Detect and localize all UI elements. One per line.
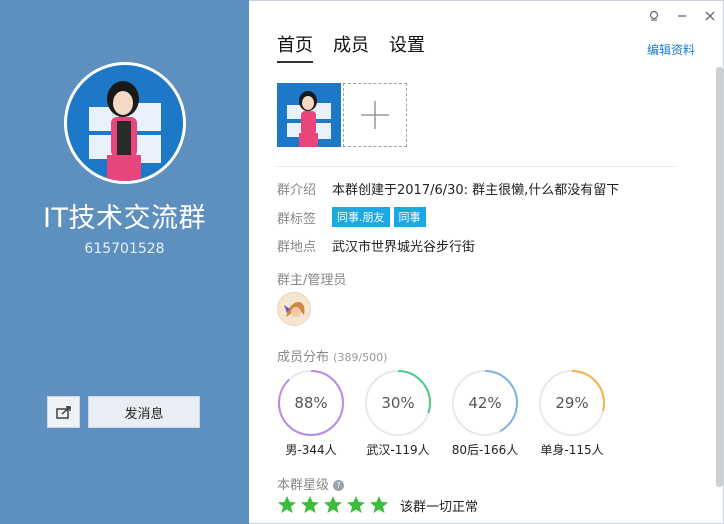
tab-bar: 首页 成员 设置 xyxy=(277,31,425,63)
distribution-label: 成员分布 xyxy=(277,350,330,365)
close-icon[interactable] xyxy=(703,9,717,23)
star-icon xyxy=(301,496,319,513)
tab-home[interactable]: 首页 xyxy=(277,31,313,63)
tags-row: 群标签 同事.朋友 同事 xyxy=(277,207,430,227)
tag-badge[interactable]: 同事.朋友 xyxy=(332,207,390,227)
details-panel: 首页 成员 设置 编辑资料 群介绍 本群创建于2017/6/30: 群主很懒,什… xyxy=(249,0,724,524)
intro-label: 群介绍 xyxy=(277,183,317,198)
member-count: (389/500) xyxy=(333,351,388,364)
scrollbar[interactable] xyxy=(716,67,723,487)
window-controls xyxy=(647,9,717,23)
intro-value: 本群创建于2017/6/30: 群主很懒,什么都没有留下 xyxy=(332,183,620,198)
group-avatar[interactable] xyxy=(64,62,186,184)
tags-label: 群标签 xyxy=(277,211,317,227)
stat-label: 80后-166人 xyxy=(451,443,519,457)
intro-row: 群介绍 本群创建于2017/6/30: 群主很懒,什么都没有留下 xyxy=(277,179,619,198)
level-title: 本群星级? xyxy=(277,474,345,493)
pin-icon[interactable] xyxy=(647,9,661,23)
stat-percent: 42% xyxy=(468,394,502,412)
group-id: 615701528 xyxy=(84,241,165,257)
stat-item[interactable]: 42% 80后-166人 xyxy=(451,369,519,458)
group-photo-thumbnail[interactable] xyxy=(277,83,341,147)
share-button[interactable] xyxy=(47,396,80,428)
share-icon xyxy=(55,406,71,419)
star-icon xyxy=(278,496,296,513)
location-row: 群地点 武汉市世界城光谷步行街 xyxy=(277,236,475,255)
help-icon[interactable]: ? xyxy=(333,480,345,491)
admin-avatar[interactable] xyxy=(277,292,311,326)
avatar-image xyxy=(67,65,183,181)
level-status: 该群一切正常 xyxy=(400,499,479,515)
star-icon xyxy=(370,496,388,513)
stat-item[interactable]: 30% 武汉-119人 xyxy=(364,369,432,458)
star-icon xyxy=(347,496,365,513)
admins-title: 群主/管理员 xyxy=(277,273,347,288)
edit-profile-link[interactable]: 编辑资料 xyxy=(647,41,695,58)
stat-percent: 88% xyxy=(294,394,328,412)
send-message-button[interactable]: 发消息 xyxy=(88,396,200,428)
tab-members[interactable]: 成员 xyxy=(333,31,369,63)
divider xyxy=(277,166,675,167)
tab-settings[interactable]: 设置 xyxy=(389,31,425,63)
profile-panel: IT技术交流群 615701528 发消息 xyxy=(0,0,249,524)
stat-label: 单身-115人 xyxy=(540,443,604,457)
stat-percent: 30% xyxy=(381,394,415,412)
stat-percent: 29% xyxy=(555,394,589,412)
star-icon xyxy=(324,496,342,513)
minimize-icon[interactable] xyxy=(675,9,689,23)
location-label: 群地点 xyxy=(277,240,317,255)
stat-item[interactable]: 29% 单身-115人 xyxy=(538,369,606,458)
location-value: 武汉市世界城光谷步行街 xyxy=(332,240,476,255)
stat-label: 男-344人 xyxy=(285,443,337,457)
plus-icon xyxy=(361,101,389,129)
stat-item[interactable]: 88% 男-344人 xyxy=(277,369,345,458)
level-label: 本群星级 xyxy=(277,478,330,493)
group-name: IT技术交流群 xyxy=(43,203,206,234)
distribution-stats: 88% 男-344人 30% 武汉-119人 42% 80后-166人 29% … xyxy=(277,369,606,458)
distribution-title: 成员分布 (389/500) xyxy=(277,346,387,365)
add-photo-button[interactable] xyxy=(343,83,407,147)
stat-label: 武汉-119人 xyxy=(366,443,430,457)
star-rating: 该群一切正常 xyxy=(277,495,478,515)
tag-badge[interactable]: 同事 xyxy=(393,207,426,227)
